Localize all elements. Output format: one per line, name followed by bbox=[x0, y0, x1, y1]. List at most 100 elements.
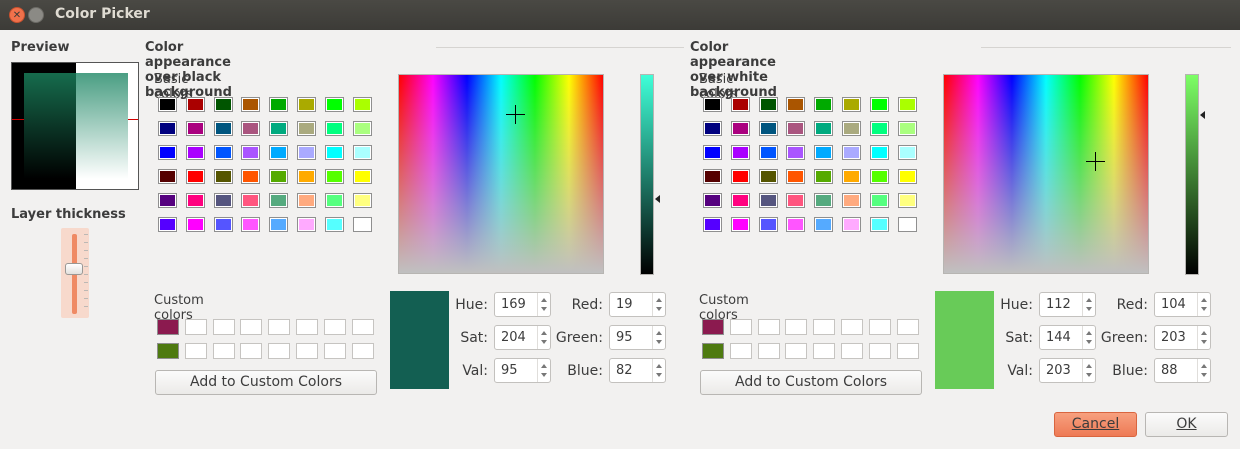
blue-spinbox[interactable]: 88 bbox=[1154, 358, 1211, 383]
cancel-button[interactable]: Cancel bbox=[1054, 412, 1137, 437]
basic-color-swatch[interactable] bbox=[241, 121, 261, 136]
custom-color-slot[interactable] bbox=[896, 343, 919, 359]
custom-color-slot[interactable] bbox=[841, 343, 863, 359]
basic-color-swatch[interactable] bbox=[241, 217, 261, 232]
basic-color-swatch[interactable] bbox=[758, 169, 778, 184]
basic-color-swatch[interactable] bbox=[703, 97, 722, 112]
val-spinbox[interactable]: 203 bbox=[1039, 358, 1096, 383]
custom-color-slot[interactable] bbox=[729, 343, 752, 359]
custom-color-slot[interactable] bbox=[813, 343, 836, 359]
basic-color-swatch[interactable] bbox=[241, 145, 261, 160]
basic-color-swatch[interactable] bbox=[897, 121, 917, 136]
custom-color-slot[interactable] bbox=[868, 319, 891, 335]
green-spinbox[interactable]: 203 bbox=[1154, 325, 1211, 350]
basic-color-swatch[interactable] bbox=[269, 97, 289, 112]
basic-color-swatch[interactable] bbox=[158, 121, 177, 136]
custom-color-slot[interactable] bbox=[157, 343, 179, 359]
close-window-button[interactable]: ✕ bbox=[9, 7, 25, 23]
basic-color-swatch[interactable] bbox=[758, 193, 778, 208]
basic-color-swatch[interactable] bbox=[158, 97, 177, 112]
basic-color-swatch[interactable] bbox=[897, 97, 917, 112]
add-to-custom-colors-button[interactable]: Add to Custom Colors bbox=[155, 370, 377, 395]
basic-color-swatch[interactable] bbox=[814, 217, 834, 232]
basic-color-swatch[interactable] bbox=[185, 169, 205, 184]
basic-color-swatch[interactable] bbox=[786, 217, 806, 232]
basic-color-swatch[interactable] bbox=[269, 121, 289, 136]
basic-color-swatch[interactable] bbox=[814, 145, 834, 160]
custom-color-slot[interactable] bbox=[729, 319, 752, 335]
custom-color-slot[interactable] bbox=[323, 319, 346, 335]
basic-color-swatch[interactable] bbox=[814, 121, 834, 136]
blue-spinbox[interactable]: 82 bbox=[609, 358, 666, 383]
value-bar[interactable] bbox=[640, 74, 654, 275]
basic-color-swatch[interactable] bbox=[352, 217, 372, 232]
basic-color-swatch[interactable] bbox=[730, 97, 750, 112]
basic-color-swatch[interactable] bbox=[814, 97, 834, 112]
value-pointer-icon[interactable] bbox=[1200, 111, 1205, 119]
custom-color-slot[interactable] bbox=[157, 319, 179, 335]
custom-color-slot[interactable] bbox=[212, 319, 235, 335]
spin-arrows-icon[interactable] bbox=[652, 293, 665, 316]
custom-color-slot[interactable] bbox=[702, 343, 724, 359]
basic-color-swatch[interactable] bbox=[324, 169, 344, 184]
layer-thickness-slider[interactable] bbox=[61, 228, 89, 318]
basic-color-swatch[interactable] bbox=[213, 121, 233, 136]
basic-color-swatch[interactable] bbox=[842, 169, 861, 184]
custom-color-slot[interactable] bbox=[184, 319, 207, 335]
basic-color-swatch[interactable] bbox=[269, 145, 289, 160]
basic-color-swatch[interactable] bbox=[297, 121, 316, 136]
add-to-custom-colors-button[interactable]: Add to Custom Colors bbox=[700, 370, 922, 395]
custom-color-slot[interactable] bbox=[757, 319, 780, 335]
basic-color-swatch[interactable] bbox=[758, 121, 778, 136]
basic-color-swatch[interactable] bbox=[703, 121, 722, 136]
basic-color-swatch[interactable] bbox=[730, 169, 750, 184]
basic-color-swatch[interactable] bbox=[185, 145, 205, 160]
basic-color-swatch[interactable] bbox=[158, 145, 177, 160]
basic-color-swatch[interactable] bbox=[869, 193, 889, 208]
basic-color-swatch[interactable] bbox=[185, 97, 205, 112]
basic-color-swatch[interactable] bbox=[241, 193, 261, 208]
basic-color-swatch[interactable] bbox=[869, 97, 889, 112]
custom-color-slot[interactable] bbox=[702, 319, 724, 335]
custom-color-slot[interactable] bbox=[268, 319, 291, 335]
basic-color-swatch[interactable] bbox=[730, 193, 750, 208]
basic-color-swatch[interactable] bbox=[842, 145, 861, 160]
basic-color-swatch[interactable] bbox=[241, 169, 261, 184]
custom-color-slot[interactable] bbox=[757, 343, 780, 359]
spin-arrows-icon[interactable] bbox=[652, 326, 665, 349]
spin-arrows-icon[interactable] bbox=[1197, 359, 1210, 382]
basic-color-swatch[interactable] bbox=[297, 97, 316, 112]
spin-arrows-icon[interactable] bbox=[1197, 293, 1210, 316]
basic-color-swatch[interactable] bbox=[185, 193, 205, 208]
red-spinbox[interactable]: 104 bbox=[1154, 292, 1211, 317]
basic-color-swatch[interactable] bbox=[730, 121, 750, 136]
basic-color-swatch[interactable] bbox=[297, 217, 316, 232]
basic-color-swatch[interactable] bbox=[324, 193, 344, 208]
basic-color-swatch[interactable] bbox=[786, 145, 806, 160]
basic-color-swatch[interactable] bbox=[730, 145, 750, 160]
value-bar[interactable] bbox=[1185, 74, 1199, 275]
basic-color-swatch[interactable] bbox=[269, 193, 289, 208]
basic-color-swatch[interactable] bbox=[703, 217, 722, 232]
basic-color-swatch[interactable] bbox=[352, 145, 372, 160]
custom-color-slot[interactable] bbox=[212, 343, 235, 359]
basic-color-swatch[interactable] bbox=[786, 193, 806, 208]
basic-color-swatch[interactable] bbox=[703, 193, 722, 208]
basic-color-swatch[interactable] bbox=[352, 169, 372, 184]
val-spinbox[interactable]: 95 bbox=[494, 358, 551, 383]
custom-color-slot[interactable] bbox=[896, 319, 919, 335]
basic-color-swatch[interactable] bbox=[185, 217, 205, 232]
basic-color-swatch[interactable] bbox=[158, 169, 177, 184]
custom-color-slot[interactable] bbox=[240, 343, 263, 359]
hue-spinbox[interactable]: 112 bbox=[1039, 292, 1096, 317]
ok-button[interactable]: OK bbox=[1145, 412, 1228, 437]
sat-spinbox[interactable]: 204 bbox=[494, 325, 551, 350]
basic-color-swatch[interactable] bbox=[213, 217, 233, 232]
basic-color-swatch[interactable] bbox=[269, 217, 289, 232]
basic-color-swatch[interactable] bbox=[842, 217, 861, 232]
hue-saturation-spectrum[interactable] bbox=[943, 74, 1149, 274]
basic-color-swatch[interactable] bbox=[158, 217, 177, 232]
custom-color-slot[interactable] bbox=[841, 319, 863, 335]
basic-color-swatch[interactable] bbox=[758, 217, 778, 232]
basic-color-swatch[interactable] bbox=[897, 193, 917, 208]
